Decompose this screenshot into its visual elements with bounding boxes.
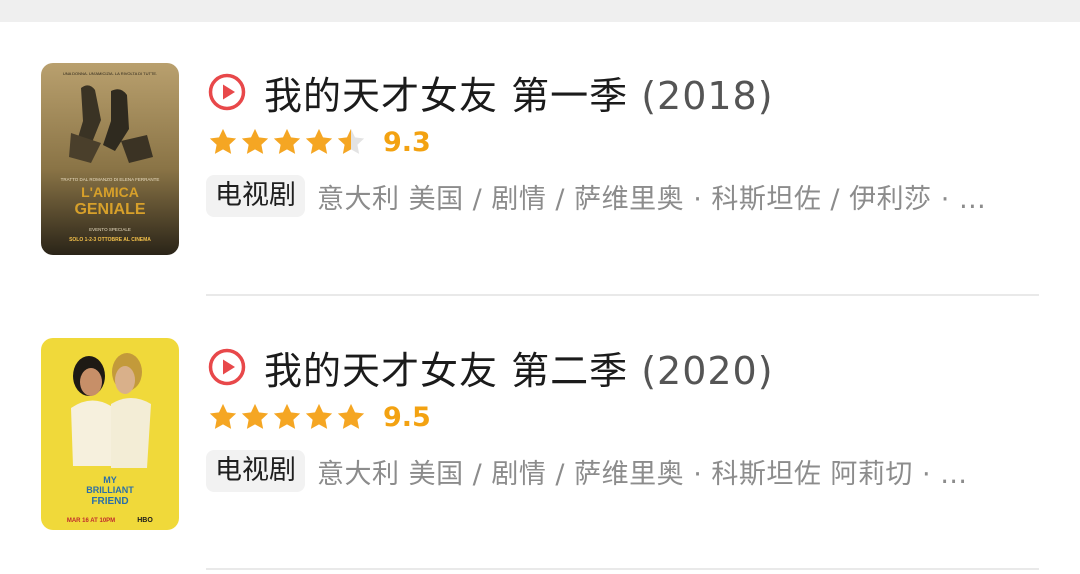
list-item[interactable]: UNA DONNA. UN'AMICIZIA. LA RIVOLTA DI TU… [0, 22, 1080, 297]
title-year: (2020) [641, 348, 774, 393]
star-full-icon [273, 128, 301, 154]
poster-network-logo: HBO [137, 517, 153, 524]
poster-image[interactable]: MY BRILLIANT FRIEND MAR 16 AT 10PM HBO [41, 338, 179, 530]
poster-subtitle: TRATTO DAL ROMANZO DI ELENA FERRANTE [61, 177, 160, 182]
divider [206, 568, 1039, 570]
title-row[interactable]: 我的天才女友 第二季 (2020) [208, 345, 774, 393]
star-half-icon [337, 128, 365, 154]
star-full-icon [241, 128, 269, 154]
item-title[interactable]: 我的天才女友 第一季 (2018) [264, 65, 774, 120]
meta-text: 意大利 美国 / 剧情 / 萨维里奥 · 科斯坦佐 / 伊利莎 · … [317, 183, 987, 215]
poster-image[interactable]: UNA DONNA. UN'AMICIZIA. LA RIVOLTA DI TU… [41, 63, 179, 255]
divider [206, 294, 1039, 296]
title-text: 我的天才女友 第一季 [264, 73, 629, 118]
poster-dates: SOLO 1-2-3 OTTOBRE AL CINEMA [69, 237, 151, 243]
star-full-icon [273, 403, 301, 429]
star-full-icon [305, 128, 333, 154]
poster-event: EVENTO SPECIALE [89, 227, 131, 232]
play-icon[interactable] [208, 73, 246, 111]
title-year: (2018) [641, 73, 774, 118]
score: 9.3 [383, 126, 431, 158]
star-full-icon [209, 128, 237, 154]
meta-text: 意大利 美国 / 剧情 / 萨维里奥 · 科斯坦佐 阿莉切 · … [317, 458, 968, 490]
poster-title-line1: L'AMICA [81, 184, 139, 200]
star-rating [208, 127, 366, 157]
rating-row: 9.5 [208, 400, 431, 434]
list-item[interactable]: MY BRILLIANT FRIEND MAR 16 AT 10PM HBO 我… [0, 297, 1080, 572]
category-tag: 电视剧 [206, 450, 305, 492]
score: 9.5 [383, 401, 431, 433]
poster-title-line3: FRIEND [91, 496, 128, 507]
item-title[interactable]: 我的天才女友 第二季 (2020) [264, 340, 774, 395]
star-full-icon [209, 403, 237, 429]
poster-date: MAR 16 AT 10PM [67, 518, 115, 524]
category-tag: 电视剧 [206, 175, 305, 217]
star-full-icon [305, 403, 333, 429]
meta-row: 电视剧 意大利 美国 / 剧情 / 萨维里奥 · 科斯坦佐 阿莉切 · … [206, 449, 968, 493]
play-icon[interactable] [208, 348, 246, 386]
poster-title-line2: BRILLIANT [86, 485, 134, 495]
title-text: 我的天才女友 第二季 [264, 348, 629, 393]
star-rating [208, 402, 366, 432]
meta-row: 电视剧 意大利 美国 / 剧情 / 萨维里奥 · 科斯坦佐 / 伊利莎 · … [206, 174, 986, 218]
top-strip [0, 0, 1080, 22]
title-row[interactable]: 我的天才女友 第一季 (2018) [208, 70, 774, 118]
poster-title-line2: GENIALE [74, 201, 145, 218]
star-full-icon [337, 403, 365, 429]
rating-row: 9.3 [208, 125, 431, 159]
poster-title-line1: MY [103, 475, 117, 485]
poster-top-text: UNA DONNA. UN'AMICIZIA. LA RIVOLTA DI TU… [63, 71, 157, 76]
star-full-icon [241, 403, 269, 429]
